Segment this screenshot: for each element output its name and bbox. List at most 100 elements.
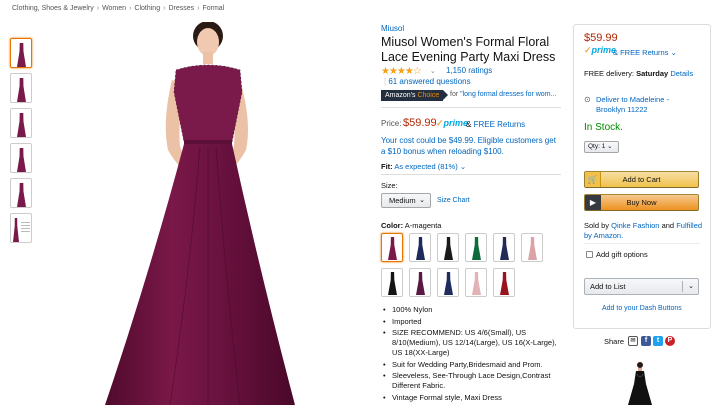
price-label: Price: (381, 119, 402, 128)
reload-bonus-link[interactable]: Your cost could be $49.99. Eligible cust… (381, 135, 561, 157)
cart-icon: 🛒 (585, 172, 601, 187)
mail-icon[interactable]: ✉ (628, 336, 638, 346)
breadcrumb-item[interactable]: Clothing (134, 5, 160, 12)
add-to-cart-button[interactable]: 🛒 Add to Cart (584, 171, 699, 188)
choice-query-text: for "long formal dresses for wom... (450, 91, 557, 98)
fit-info: Fit: As expected (81%) ⌄ (381, 162, 467, 171)
color-swatch[interactable] (493, 268, 515, 297)
free-returns-link[interactable]: FREE Returns (474, 120, 526, 129)
dress-swatch-image (416, 272, 425, 295)
dash-buttons-link[interactable]: Add to your Dash Buttons (602, 305, 682, 312)
product-thumbnail[interactable] (10, 213, 32, 243)
product-thumbnail[interactable] (10, 143, 32, 173)
color-swatch[interactable] (381, 268, 403, 297)
product-thumbnail[interactable] (10, 38, 32, 68)
stock-status: In Stock. (584, 122, 623, 133)
pinterest-icon[interactable]: P (665, 336, 675, 346)
price-value: $59.99 (403, 117, 437, 129)
fit-link[interactable]: As expected (81%) (394, 162, 457, 171)
chevron-down-icon: ⌄ (419, 197, 425, 204)
star-rating-icon[interactable]: ★★★★☆ (381, 66, 422, 77)
feature-bullet: Imported (381, 317, 561, 327)
facebook-icon[interactable]: f (641, 336, 651, 346)
color-swatch[interactable] (409, 268, 431, 297)
product-thumbnail[interactable] (10, 178, 32, 208)
dress-swatch-image (472, 272, 481, 295)
feature-bullet: Suit for Wedding Party,Bridesmaid and Pr… (381, 360, 561, 370)
choice-query-link[interactable]: "long formal dresses for wom... (460, 91, 556, 98)
divider (381, 174, 561, 175)
color-swatch[interactable] (465, 233, 487, 262)
seller-link[interactable]: Qinke Fashion (611, 221, 659, 230)
feature-bullet: Vintage Formal style, Maxi Dress (381, 393, 561, 403)
color-swatch[interactable] (437, 233, 459, 262)
breadcrumb-item[interactable]: Women (102, 5, 126, 12)
chevron-down-icon: ⌄ (670, 48, 677, 57)
twitter-icon[interactable]: t (653, 336, 663, 346)
free-returns-link[interactable]: & FREE Returns ⌄ (613, 48, 677, 57)
gift-options-checkbox[interactable] (586, 251, 593, 258)
share-label: Share (604, 337, 625, 346)
dress-swatch-image (444, 237, 453, 260)
color-swatch[interactable] (437, 268, 459, 297)
breadcrumb-item[interactable]: Dresses (168, 5, 194, 12)
breadcrumb-separator: › (197, 5, 200, 12)
breadcrumb-separator: › (96, 5, 100, 12)
dress-swatch-image (500, 237, 509, 260)
divider (381, 107, 561, 108)
separator: | (384, 77, 387, 86)
prime-check-icon: ✓ (584, 45, 592, 55)
breadcrumb-item[interactable]: Formal (202, 5, 224, 12)
delivery-info: FREE delivery: Saturday Details (584, 69, 694, 78)
buy-now-button[interactable]: ▶ Buy Now (584, 194, 699, 211)
chevron-down-icon: ⌄ (607, 143, 613, 150)
deliver-to-link[interactable]: Deliver to Madeleine - Brooklyn 11222 (596, 95, 696, 115)
main-product-image[interactable] (100, 22, 300, 405)
product-thumbnail[interactable] (10, 73, 32, 103)
feature-bullet: Sleeveless, See-Through Lace Design,Cont… (381, 371, 561, 391)
dress-swatch-image (472, 237, 481, 260)
breadcrumb: Clothing, Shoes & Jewelry › Women › Clothing… (12, 5, 224, 12)
answered-questions-link[interactable]: | 61 answered questions (384, 77, 471, 86)
feature-bullets: 100% Nylon Imported SIZE RECOMMEND: US 4… (381, 305, 561, 404)
ratings-count-link[interactable]: 1,150 ratings (446, 66, 492, 75)
free-returns: & FREE Returns (466, 120, 526, 129)
color-label: Color: A-magenta (381, 221, 442, 230)
size-chart-link[interactable]: Size Chart (437, 197, 470, 204)
answered-questions-label: 61 answered questions (388, 77, 471, 86)
color-swatch[interactable] (409, 233, 431, 262)
color-swatch[interactable] (381, 233, 403, 262)
play-icon: ▶ (585, 195, 601, 210)
quantity-dropdown[interactable]: Qty: 1 ⌄ (584, 141, 619, 153)
prime-badge: ✓prime (436, 118, 469, 128)
sponsored-product-image[interactable] (626, 360, 654, 405)
size-dropdown[interactable]: Medium ⌄ (381, 193, 431, 208)
dress-swatch-image (416, 237, 425, 260)
divider (584, 243, 700, 244)
feature-bullet: 100% Nylon (381, 305, 561, 315)
chevron-down-icon[interactable]: ⌄ (688, 279, 694, 294)
dress-swatch-image (444, 272, 453, 295)
gift-options-label[interactable]: Add gift options (596, 250, 648, 259)
product-thumbnail[interactable] (10, 108, 32, 138)
prime-badge: ✓prime (584, 45, 617, 55)
chevron-down-icon[interactable]: ⌄ (460, 162, 466, 171)
breadcrumb-separator: › (129, 5, 132, 12)
delivery-details-link[interactable]: Details (670, 69, 693, 78)
feature-bullet: SIZE RECOMMEND: US 4/6(Small), US 8/10(M… (381, 328, 561, 358)
breadcrumb-item[interactable]: Clothing, Shoes & Jewelry (12, 5, 94, 12)
prime-check-icon: ✓ (436, 118, 444, 128)
brand-link[interactable]: Miusol (381, 24, 404, 33)
color-selected: A-magenta (404, 221, 442, 230)
dress-swatch-image (388, 237, 397, 260)
add-to-list-button[interactable]: Add to List ⌄ (584, 278, 699, 295)
amazons-choice-badge: Amazon's Choice (381, 90, 449, 101)
dress-swatch-image (500, 272, 509, 295)
dress-swatch-image (388, 272, 397, 295)
size-selected: Medium (389, 196, 416, 205)
chevron-down-icon[interactable]: ⌄ (430, 67, 436, 75)
color-swatch[interactable] (521, 233, 543, 262)
color-swatch[interactable] (493, 233, 515, 262)
color-swatch[interactable] (465, 268, 487, 297)
location-pin-icon: ⊙ (584, 95, 591, 104)
